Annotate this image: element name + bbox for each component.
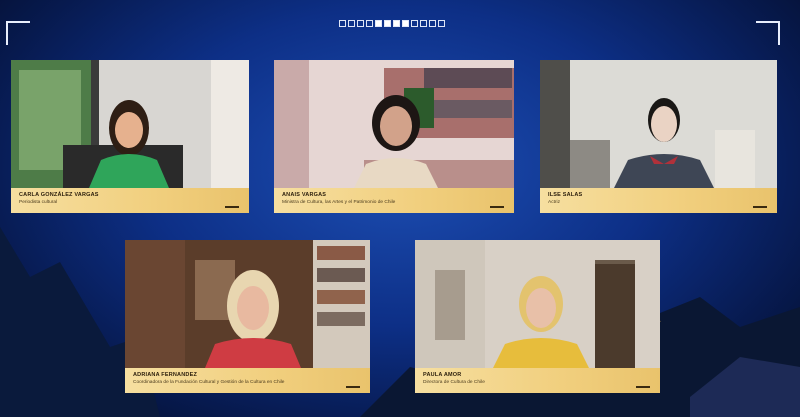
participant-video-5 bbox=[415, 240, 660, 368]
top-left-frame-corner bbox=[6, 21, 30, 45]
participant-video-2 bbox=[274, 60, 514, 188]
slide-dot bbox=[366, 20, 373, 27]
participant-name: CARLA GONZÁLEZ VARGAS bbox=[19, 192, 99, 198]
participant-video-4 bbox=[125, 240, 370, 368]
participant-tile-5: PAULA AMOR Directora de Cultura de Chile bbox=[415, 240, 660, 393]
participant-tile-1: CARLA GONZÁLEZ VARGAS Periodista cultura… bbox=[11, 60, 249, 213]
slide-dot bbox=[357, 20, 364, 27]
event-logo-icon bbox=[753, 206, 767, 208]
slide-dot bbox=[393, 20, 400, 27]
slide-dot bbox=[429, 20, 436, 27]
nameplate-5: PAULA AMOR Directora de Cultura de Chile bbox=[415, 368, 660, 393]
nameplate-4: ADRIANA FERNANDEZ Coordinadora de la Fun… bbox=[125, 368, 370, 393]
event-logo-icon bbox=[346, 386, 360, 388]
top-right-frame-corner bbox=[756, 21, 780, 45]
nameplate-2: ANAIS VARGAS Ministra de Cultura, las Ar… bbox=[274, 188, 514, 213]
participant-role: Coordinadora de la Fundación Cultural y … bbox=[133, 380, 285, 385]
participant-role: Ministra de Cultura, las Artes y el Patr… bbox=[282, 200, 396, 205]
slide-dot bbox=[339, 20, 346, 27]
slide-dot bbox=[384, 20, 391, 27]
participant-name: ILSE SALAS bbox=[548, 192, 583, 198]
participant-tile-4: ADRIANA FERNANDEZ Coordinadora de la Fun… bbox=[125, 240, 370, 393]
participant-video-3 bbox=[540, 60, 777, 188]
event-logo-icon bbox=[490, 206, 504, 208]
participant-tile-3: ILSE SALAS Actriz bbox=[540, 60, 777, 213]
participant-role: Directora de Cultura de Chile bbox=[423, 380, 485, 385]
slide-dot bbox=[420, 20, 427, 27]
nameplate-3: ILSE SALAS Actriz bbox=[540, 188, 777, 213]
slide-dot bbox=[375, 20, 382, 27]
participant-name: ANAIS VARGAS bbox=[282, 192, 327, 198]
participant-tile-2: ANAIS VARGAS Ministra de Cultura, las Ar… bbox=[274, 60, 514, 213]
slide-dot bbox=[348, 20, 355, 27]
nameplate-1: CARLA GONZÁLEZ VARGAS Periodista cultura… bbox=[11, 188, 249, 213]
slide-dot bbox=[402, 20, 409, 27]
event-logo-icon bbox=[225, 206, 239, 208]
participant-name: PAULA AMOR bbox=[423, 372, 462, 378]
participant-role: Periodista cultural bbox=[19, 200, 58, 205]
slide-indicator bbox=[339, 20, 445, 27]
slide-dot bbox=[438, 20, 445, 27]
participant-video-1 bbox=[11, 60, 249, 188]
participant-role: Actriz bbox=[548, 200, 560, 205]
slide-dot bbox=[411, 20, 418, 27]
participant-name: ADRIANA FERNANDEZ bbox=[133, 372, 197, 378]
event-logo-icon bbox=[636, 386, 650, 388]
